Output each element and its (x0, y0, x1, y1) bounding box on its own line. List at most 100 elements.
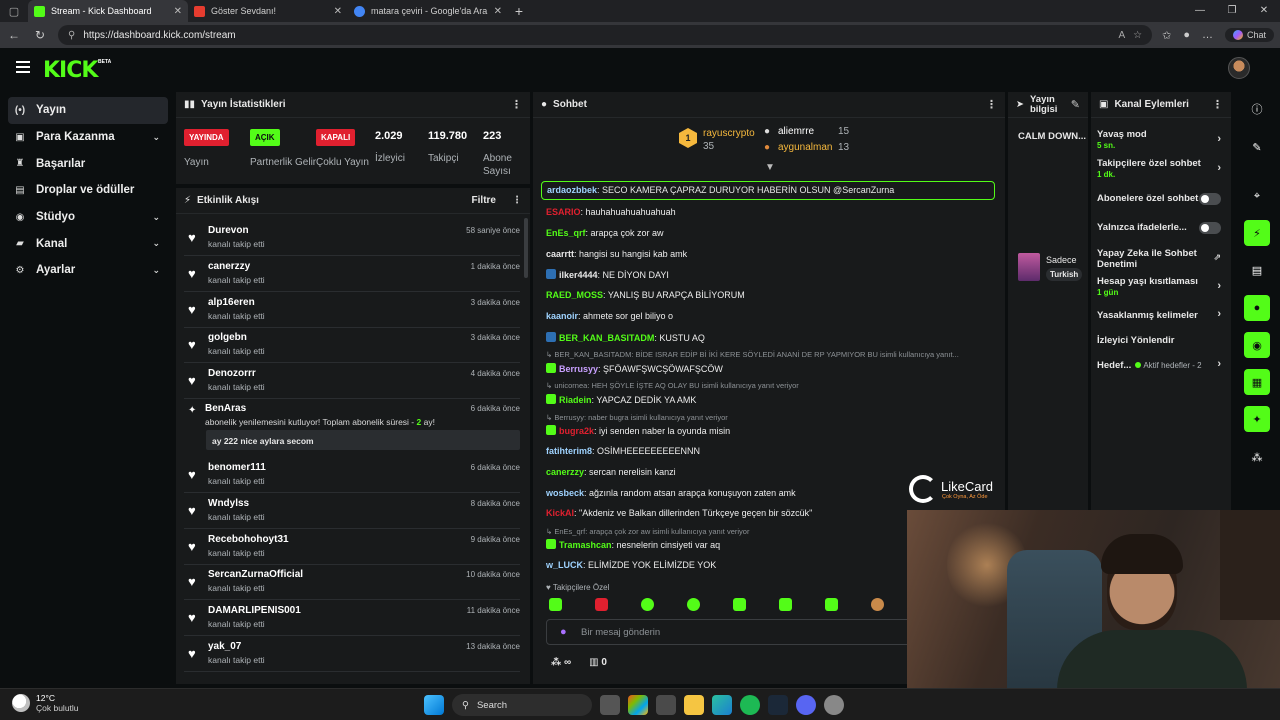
edit-pencil-icon[interactable]: ✎ (1071, 99, 1080, 110)
chat-username[interactable]: canerzzy (546, 467, 584, 477)
close-window-icon[interactable]: ✕ (1248, 0, 1280, 22)
feed-username[interactable]: alp16eren (208, 297, 255, 308)
windows-start-icon[interactable] (424, 695, 444, 715)
chat-username[interactable]: ilker4444 (559, 270, 598, 280)
leader-name[interactable]: rayuscrypto (703, 128, 755, 139)
tab-goster-sevdani[interactable]: Göster Sevdanı! ✕ (188, 0, 348, 22)
emote-icon[interactable] (825, 598, 838, 611)
user-avatar[interactable] (1228, 57, 1250, 79)
reply-context[interactable]: ↳ EnEs_qrf: arapça çok zor aw isimli kul… (546, 527, 749, 536)
sidebar-item-1[interactable]: ▣ Para Kazanma ⌄ (8, 124, 168, 151)
redirect-viewers-action[interactable]: İzleyici Yönlendir (1097, 335, 1225, 346)
document-icon[interactable]: ▤ (1244, 257, 1270, 283)
chat-username[interactable]: EnEs_qrf (546, 228, 586, 238)
feed-username[interactable]: benomer111 (208, 462, 266, 473)
target-icon[interactable]: ⌖ (1244, 183, 1270, 209)
reply-context[interactable]: ↳ Berrusyy: naber bugra isimli kullanıcı… (546, 413, 728, 422)
emote-icon[interactable] (549, 598, 562, 611)
broadcast-icon[interactable]: ◉ (1244, 332, 1270, 358)
emote-icon[interactable] (641, 598, 654, 611)
chat-username[interactable]: ESARIO (546, 207, 581, 217)
apps-icon[interactable]: ⁂ (1244, 444, 1270, 470)
emote-icon[interactable] (733, 598, 746, 611)
reply-context[interactable]: ↳ unicornea: HEH ŞÖYLE İŞTE AQ OLAY BU i… (546, 381, 799, 390)
chat-icon[interactable]: ● (1244, 295, 1270, 321)
reload-icon[interactable]: ↻ (32, 28, 48, 42)
copilot-chat-button[interactable]: Chat (1224, 28, 1274, 42)
emote-icon[interactable] (779, 598, 792, 611)
feed-username[interactable]: DAMARLIPENIS001 (208, 605, 301, 616)
feed-username[interactable]: SercanZurnaOfficial (208, 569, 303, 580)
profile-icon[interactable]: ● (1183, 29, 1190, 41)
chat-username[interactable]: w_LUCK (546, 560, 583, 570)
site-info-icon[interactable]: ⚲ (68, 30, 75, 41)
bolt-icon[interactable]: ⚡ (1244, 220, 1270, 246)
store-icon[interactable] (656, 695, 676, 715)
discord-icon[interactable] (796, 695, 816, 715)
feed-scrollbar[interactable] (524, 218, 528, 278)
chat-username[interactable]: RAED_MOSS (546, 290, 603, 300)
steam-icon[interactable] (768, 695, 788, 715)
tab-google-search[interactable]: matara çeviri - Google'da Ara ✕ (348, 0, 508, 22)
sidebar-item-6[interactable]: ⚙ Ayarlar ⌄ (8, 257, 168, 284)
sidebar-item-3[interactable]: ▤ Droplar ve ödüller (8, 177, 168, 204)
layout-icon[interactable]: ▦ (1244, 369, 1270, 395)
spotify-icon[interactable] (740, 695, 760, 715)
feed-username[interactable]: Wndylss (208, 498, 249, 509)
emote-icon[interactable] (687, 598, 700, 611)
sidebar-item-2[interactable]: ♜ Başarılar (8, 150, 168, 177)
sidebar-item-5[interactable]: ▰ Kanal ⌄ (8, 230, 168, 257)
microphone-icon[interactable]: ● (560, 626, 567, 638)
feed-username[interactable]: golgebn (208, 332, 247, 343)
wrench-icon[interactable]: ✦ (1244, 406, 1270, 432)
weather-widget[interactable]: 12°C Çok bulutlu (12, 693, 79, 713)
feed-username[interactable]: Durevon (208, 225, 249, 236)
kick-logo[interactable]: KICK (43, 58, 98, 83)
chat-username[interactable]: BER_KAN_BASITADM (559, 333, 654, 343)
obs-icon[interactable] (824, 695, 844, 715)
hamburger-menu-icon[interactable] (16, 61, 30, 73)
feed-username[interactable]: yak_07 (208, 641, 241, 652)
emote-icon[interactable] (595, 598, 608, 611)
gift-icon[interactable]: ▥ 0 (589, 657, 607, 668)
feed-username[interactable]: Recebohohoyt31 (208, 534, 289, 545)
leader-name[interactable]: aygunalman (778, 142, 832, 153)
url-field[interactable]: ⚲ https://dashboard.kick.com/stream A ☆ (58, 25, 1153, 45)
emotes-only-toggle[interactable] (1199, 222, 1221, 234)
read-aloud-icon[interactable]: A (1118, 30, 1125, 41)
copilot-app-icon[interactable] (628, 695, 648, 715)
followers-only-chat-action[interactable]: Takipçilere özel sohbet 1 dk. › (1097, 158, 1225, 180)
feed-username[interactable]: BenAras (205, 403, 246, 414)
leader-name[interactable]: aliemrre (778, 126, 814, 137)
collapse-pinned-icon[interactable]: ▼ (765, 162, 775, 173)
new-tab-button[interactable]: + (508, 3, 530, 19)
edge-icon[interactable] (712, 695, 732, 715)
account-age-action[interactable]: Hesap yaşı kısıtlaması 1 gün › (1097, 276, 1225, 298)
emote-icon[interactable] (871, 598, 884, 611)
ai-moderation-action[interactable]: Yapay Zeka ile Sohbet Denetimi ⇗ (1097, 248, 1225, 270)
chat-username[interactable]: fatihterim8 (546, 446, 592, 456)
sidebar-item-0[interactable]: (•) Yayın (8, 97, 168, 124)
chat-username[interactable]: Berrusyy (559, 364, 598, 374)
back-icon[interactable]: ← (6, 28, 22, 42)
reply-context[interactable]: ↳ BER_KAN_BASITADM: BİDE ISRAR EDİP Bİ İ… (546, 350, 959, 359)
feed-username[interactable]: canerzzy (208, 261, 250, 272)
more-menu-icon[interactable]: … (1202, 29, 1213, 41)
chat-username[interactable]: caarrtt (546, 249, 574, 259)
chat-username[interactable]: Riadein (559, 395, 592, 405)
tab-kick-dashboard[interactable]: Stream - Kick Dashboard ✕ (28, 0, 188, 22)
feed-username[interactable]: Denozorrr (208, 368, 256, 379)
task-view-icon[interactable] (600, 695, 620, 715)
chat-username[interactable]: ardaozbbek (547, 185, 597, 195)
chat-username[interactable]: wosbeck (546, 488, 584, 498)
close-tab-icon[interactable]: ✕ (494, 6, 502, 17)
sidebar-item-4[interactable]: ◉ Stüdyo ⌄ (8, 204, 168, 231)
chat-message-input[interactable]: ● Bir mesaj gönderin (546, 619, 926, 645)
kebab-menu-icon[interactable]: ⋮ (986, 98, 997, 111)
filter-button[interactable]: Filtre (472, 195, 496, 206)
close-tab-icon[interactable]: ✕ (174, 6, 182, 17)
goals-action[interactable]: Hedef... Aktif hedefler - 2 › (1097, 359, 1225, 372)
kebab-menu-icon[interactable]: ⋮ (511, 98, 522, 111)
info-icon[interactable]: ⓘ (1244, 96, 1270, 122)
chat-username[interactable]: bugra2k (559, 426, 594, 436)
